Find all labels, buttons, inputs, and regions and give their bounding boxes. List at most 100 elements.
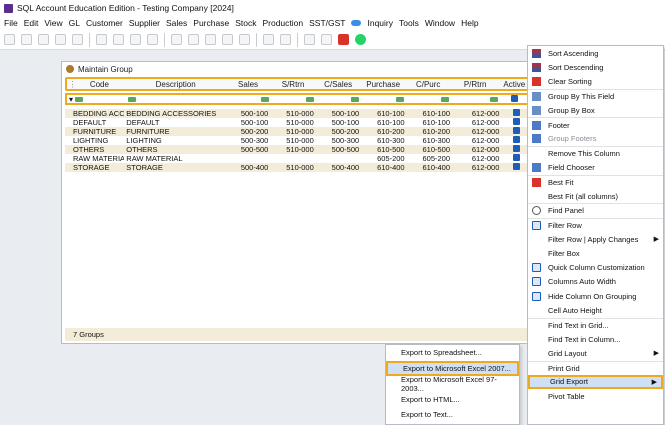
filter-p-rtrn[interactable] [451,95,500,104]
filter-op-icon[interactable] [305,96,314,102]
whatsapp-icon[interactable] [355,34,366,45]
menu-item-sort-ascending[interactable]: Sort Ascending [528,46,663,60]
cell-cpurc[interactable]: 610-100 [407,109,452,118]
menu-supplier[interactable]: Supplier [129,18,160,28]
column-header-s-rtrn[interactable]: S/Rtrn [271,80,316,89]
filter-op-icon[interactable] [127,96,136,102]
preview-icon[interactable] [321,34,332,45]
menu-item-find-text-in-grid[interactable]: Find Text in Grid... [528,317,663,332]
cell-sales[interactable]: 500-300 [225,136,270,145]
add-icon[interactable] [38,34,49,45]
column-header-code[interactable]: Code [73,80,126,89]
cell-srtn[interactable]: 510-000 [270,118,315,127]
column-header-active[interactable]: Active [500,80,529,89]
cell-prtn[interactable]: 612-000 [452,163,501,172]
cell-cpurc[interactable]: 610-400 [407,163,452,172]
menu-stock[interactable]: Stock [235,18,256,28]
filter-purchase[interactable] [361,95,406,104]
next-record-icon[interactable] [130,34,141,45]
edit-icon[interactable] [55,34,66,45]
cell-sales[interactable]: 500-500 [225,145,270,154]
filter-op-icon[interactable] [260,96,269,102]
table-row[interactable]: DEFAULT DEFAULT 500-100 510-000 500-100 610-1… [65,118,531,127]
export-item-export-to-text[interactable]: Export to Text... [386,407,519,423]
filter-c-sales[interactable] [316,95,361,104]
cell-srtn[interactable]: 510-000 [270,127,315,136]
first-record-icon[interactable] [96,34,107,45]
prev-record-icon[interactable] [113,34,124,45]
menu-item-clear-sorting[interactable]: Clear Sorting [528,75,663,89]
table-row[interactable]: OTHERS OTHERS 500-500 510-000 500-500 610-500… [65,145,531,154]
cell-desc[interactable]: OTHERS [124,145,225,154]
cancel-icon[interactable] [239,34,250,45]
cell-srtn[interactable]: 510-000 [270,163,315,172]
menu-item-print-grid[interactable]: Print Grid [528,360,663,375]
menu-view[interactable]: View [44,18,62,28]
filter-op-icon[interactable] [350,96,359,102]
menu-edit[interactable]: Edit [24,18,39,28]
cell-sales[interactable]: 500-200 [225,127,270,136]
filter-op-icon[interactable] [440,96,449,102]
cell-sales[interactable]: 500-100 [225,109,270,118]
menu-help[interactable]: Help [461,18,478,28]
cell-purch[interactable]: 610-100 [361,118,406,127]
menu-item-hide-column-on-grouping[interactable]: Hide Column On Grouping [528,289,663,303]
cell-csales[interactable]: 500-300 [316,136,361,145]
active-checkbox[interactable] [512,127,520,134]
cell-desc[interactable]: FURNITURE [124,127,225,136]
cell-code[interactable]: LIGHTING [71,136,124,145]
filter-c-purc[interactable] [406,95,451,104]
column-header-c-sales[interactable]: C/Sales [316,80,361,89]
menu-item-filter-box[interactable]: Filter Box [528,246,663,260]
print-icon[interactable] [304,34,315,45]
cell-csales[interactable]: 500-100 [316,109,361,118]
menu-item-field-chooser[interactable]: Field Chooser [528,160,663,174]
menu-item-filter-row[interactable]: Filter Row [528,217,663,232]
filter-description[interactable] [126,95,226,104]
menu-purchase[interactable]: Purchase [193,18,229,28]
filter-s-rtrn[interactable] [271,95,316,104]
menu-item-grid-layout[interactable]: Grid Layout ▶ [528,346,663,360]
cell-prtn[interactable]: 612-000 [452,136,501,145]
cell-desc[interactable]: STORAGE [124,163,225,172]
cell-code[interactable]: OTHERS [71,145,124,154]
copy-doc-icon[interactable] [188,34,199,45]
move-icon[interactable] [21,34,32,45]
export-item-export-to-microsoft-excel-2007[interactable]: Export to Microsoft Excel 2007... [386,360,519,376]
filter-code[interactable] [73,95,126,104]
active-checkbox[interactable] [512,136,520,143]
cell-srtn[interactable]: 510-000 [270,136,315,145]
cell-srtn[interactable]: 510-000 [270,145,315,154]
filter-op-icon[interactable] [395,96,404,102]
column-header-sales[interactable]: Sales [226,80,271,89]
cell-prtn[interactable]: 612-000 [452,154,501,163]
cell-desc[interactable]: LIGHTING [124,136,225,145]
menu-item-grid-export[interactable]: Grid Export ▶ [528,374,663,390]
menu-item-columns-auto-width[interactable]: Columns Auto Width [528,275,663,289]
cell-cpurc[interactable]: 605-200 [407,154,452,163]
cell-prtn[interactable]: 612-000 [452,118,501,127]
cell-purch[interactable]: 610-500 [361,145,406,154]
cell-desc[interactable]: DEFAULT [124,118,225,127]
cell-code[interactable]: RAW MATERIAL [71,154,124,163]
column-header-c-purc[interactable]: C/Purc [406,80,451,89]
menu-customer[interactable]: Customer [86,18,123,28]
cell-desc[interactable]: BEDDING ACCESSORIES [124,109,225,118]
cell-purch[interactable]: 605-200 [361,154,406,163]
cell-code[interactable]: BEDDING ACC... [71,109,124,118]
cell-cpurc[interactable]: 610-500 [407,145,452,154]
menu-item-group-footers[interactable]: Group Footers [528,132,663,146]
menu-item-group-by-this-field[interactable]: Group By This Field [528,88,663,103]
cell-cpurc[interactable]: 610-100 [407,118,452,127]
export-item-export-to-microsoft-excel-97-2003[interactable]: Export to Microsoft Excel 97-2003... [386,375,519,393]
cell-srtn[interactable]: 510-000 [270,109,315,118]
active-checkbox[interactable] [512,154,520,161]
menu-item-footer[interactable]: Footer [528,117,663,131]
last-record-icon[interactable] [147,34,158,45]
menu-item-pivot-table[interactable]: Pivot Table [528,389,663,403]
menu-gl[interactable]: GL [69,18,80,28]
menu-sales[interactable]: Sales [166,18,187,28]
menu-item-cell-auto-height[interactable]: Cell Auto Height [528,303,663,317]
new-doc-icon[interactable] [171,34,182,45]
cell-code[interactable]: FURNITURE [71,127,124,136]
